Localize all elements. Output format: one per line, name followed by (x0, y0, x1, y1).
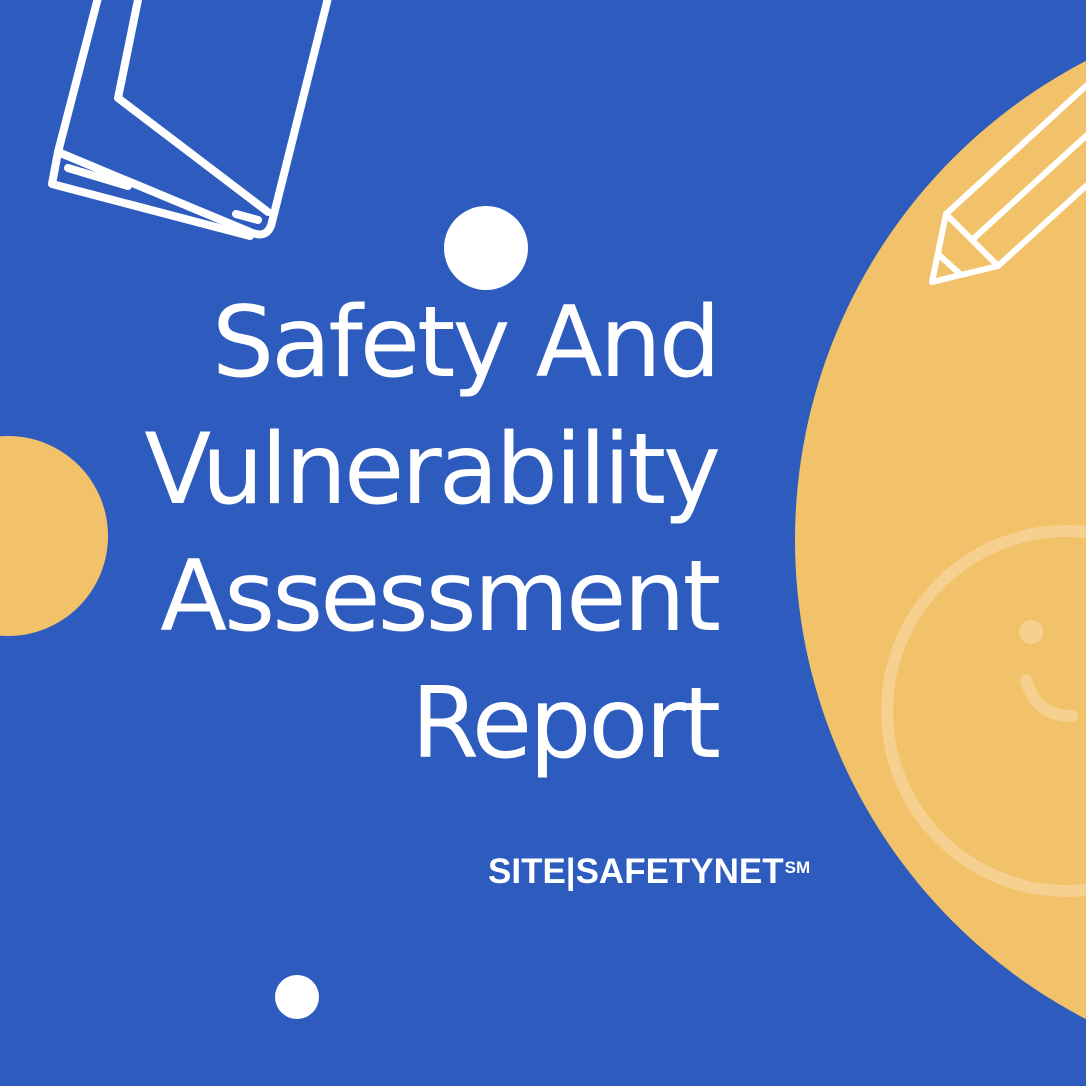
title-line-4: Report (411, 667, 721, 781)
brand-text: SITE|SAFETYNET (488, 852, 784, 891)
cover-canvas: Safety And Vulnerability Assessment Repo… (0, 0, 1086, 1086)
report-title: Safety And Vulnerability Assessment Repo… (144, 280, 721, 788)
brand-logo: SITE|SAFETYNETSM (488, 852, 810, 892)
service-mark: SM (784, 858, 811, 877)
title-line-3: Assessment (160, 540, 721, 654)
white-dot-large (444, 206, 528, 290)
title-line-2: Vulnerability (144, 413, 721, 527)
title-line-1: Safety And (212, 286, 721, 400)
white-dot-small (275, 975, 319, 1019)
